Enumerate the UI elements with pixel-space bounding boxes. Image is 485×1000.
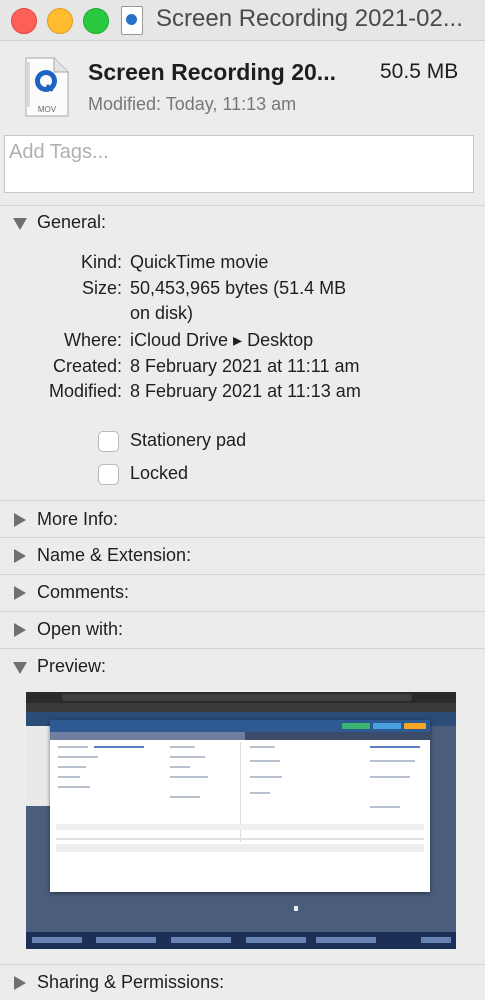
created-key: Created: bbox=[52, 356, 122, 376]
stationery-pad-checkbox[interactable] bbox=[98, 431, 119, 452]
preview-text-line bbox=[58, 776, 80, 778]
preview-thumbnail[interactable] bbox=[26, 692, 456, 949]
triangle-down-icon[interactable] bbox=[13, 218, 27, 230]
kind-key: Kind: bbox=[80, 252, 122, 272]
divider bbox=[0, 537, 485, 538]
preview-text-line bbox=[370, 746, 420, 748]
stationery-pad-label[interactable]: Stationery pad bbox=[130, 430, 246, 451]
preview-modal bbox=[50, 720, 430, 892]
preview-taskbar-item bbox=[421, 937, 451, 943]
preview-text-line bbox=[58, 786, 90, 788]
divider bbox=[0, 611, 485, 612]
preview-text-line bbox=[56, 838, 424, 840]
preview-text-line bbox=[58, 746, 88, 748]
modified-value: 8 February 2021 at 11:13 am bbox=[130, 381, 361, 401]
preview-text-line bbox=[250, 746, 275, 748]
comments-label: Comments: bbox=[37, 582, 130, 602]
preview-modal-subheader-right bbox=[245, 732, 430, 740]
where-value: iCloud Drive ▸ Desktop bbox=[130, 330, 314, 350]
tags-field[interactable] bbox=[4, 135, 474, 193]
preview-text-line bbox=[170, 756, 205, 758]
open-with-section-header[interactable]: Open with: bbox=[0, 613, 485, 647]
triangle-right-icon[interactable] bbox=[14, 623, 26, 637]
divider bbox=[0, 648, 485, 649]
preview-text-line bbox=[170, 746, 195, 748]
preview-modal-header bbox=[50, 720, 430, 732]
kind-value: QuickTime movie bbox=[130, 252, 269, 272]
preview-label: Preview: bbox=[37, 656, 107, 676]
preview-text-line bbox=[58, 766, 86, 768]
sharing-permissions-section-header[interactable]: Sharing & Permissions: bbox=[0, 966, 485, 1000]
preview-text-line bbox=[58, 756, 98, 758]
minimize-button[interactable] bbox=[47, 8, 73, 34]
preview-text-line bbox=[250, 792, 270, 794]
preview-taskbar bbox=[26, 932, 456, 949]
preview-text-line bbox=[250, 760, 280, 762]
size-key: Size: bbox=[81, 278, 122, 298]
preview-taskbar-item bbox=[171, 937, 231, 943]
preview-taskbar-item bbox=[316, 937, 376, 943]
window-title: Screen Recording 2021-02... bbox=[156, 5, 463, 32]
preview-cursor bbox=[294, 906, 298, 911]
divider bbox=[0, 500, 485, 501]
preview-url-bar bbox=[62, 694, 412, 701]
preview-taskbar-item bbox=[246, 937, 306, 943]
general-section-header[interactable]: General: bbox=[0, 206, 485, 240]
more-info-label: More Info: bbox=[37, 509, 119, 529]
divider bbox=[0, 574, 485, 575]
file-name: Screen Recording 20... bbox=[88, 59, 336, 85]
preview-taskbar-item bbox=[96, 937, 156, 943]
preview-modal-button bbox=[342, 723, 370, 729]
triangle-right-icon[interactable] bbox=[14, 976, 26, 990]
title-bar[interactable]: Screen Recording 2021-02... bbox=[0, 0, 485, 41]
locked-checkbox[interactable] bbox=[98, 464, 119, 485]
preview-text-line bbox=[170, 776, 208, 778]
triangle-right-icon[interactable] bbox=[14, 549, 26, 563]
preview-text-line bbox=[370, 776, 410, 778]
triangle-down-icon[interactable] bbox=[13, 662, 27, 674]
preview-modal-button bbox=[404, 723, 426, 729]
preview-tab-row bbox=[56, 824, 424, 830]
triangle-right-icon[interactable] bbox=[14, 586, 26, 600]
size-value-continued: on disk) bbox=[130, 303, 194, 323]
open-with-label: Open with: bbox=[37, 619, 124, 639]
divider bbox=[0, 964, 485, 965]
quicktime-mov-icon: MOV bbox=[25, 57, 69, 117]
preview-text-line bbox=[370, 760, 415, 762]
preview-bookmarks-bar bbox=[26, 703, 456, 712]
preview-text-line bbox=[170, 796, 200, 798]
modified-summary: Modified: Today, 11:13 am bbox=[88, 94, 297, 114]
name-extension-label: Name & Extension: bbox=[37, 545, 192, 565]
modified-key: Modified: bbox=[48, 381, 122, 401]
where-key: Where: bbox=[63, 330, 122, 350]
created-value: 8 February 2021 at 11:11 am bbox=[130, 356, 360, 376]
tags-input[interactable] bbox=[7, 140, 451, 165]
preview-browser-chrome bbox=[26, 692, 456, 703]
preview-taskbar-item bbox=[32, 937, 82, 943]
preview-text-line bbox=[170, 766, 190, 768]
sharing-permissions-label: Sharing & Permissions: bbox=[37, 972, 225, 992]
triangle-right-icon[interactable] bbox=[14, 513, 26, 527]
preview-text-line bbox=[250, 776, 282, 778]
preview-side-panel bbox=[26, 726, 50, 806]
file-type-label: MOV bbox=[38, 105, 57, 114]
comments-section-header[interactable]: Comments: bbox=[0, 576, 485, 610]
document-proxy-icon[interactable] bbox=[121, 6, 143, 35]
preview-text-line bbox=[94, 746, 144, 748]
locked-label[interactable]: Locked bbox=[130, 463, 188, 484]
close-button[interactable] bbox=[11, 8, 37, 34]
size-value: 50,453,965 bytes (51.4 MB bbox=[130, 278, 347, 298]
preview-modal-button bbox=[373, 723, 401, 729]
preview-section-header[interactable]: Preview: bbox=[0, 650, 485, 684]
name-extension-section-header[interactable]: Name & Extension: bbox=[0, 539, 485, 573]
general-label: General: bbox=[37, 212, 107, 232]
zoom-button[interactable] bbox=[83, 8, 109, 34]
preview-text-line bbox=[370, 806, 400, 808]
file-size: 50.5 MB bbox=[380, 60, 459, 83]
more-info-section-header[interactable]: More Info: bbox=[0, 503, 485, 537]
preview-editor-toolbar bbox=[56, 844, 424, 852]
